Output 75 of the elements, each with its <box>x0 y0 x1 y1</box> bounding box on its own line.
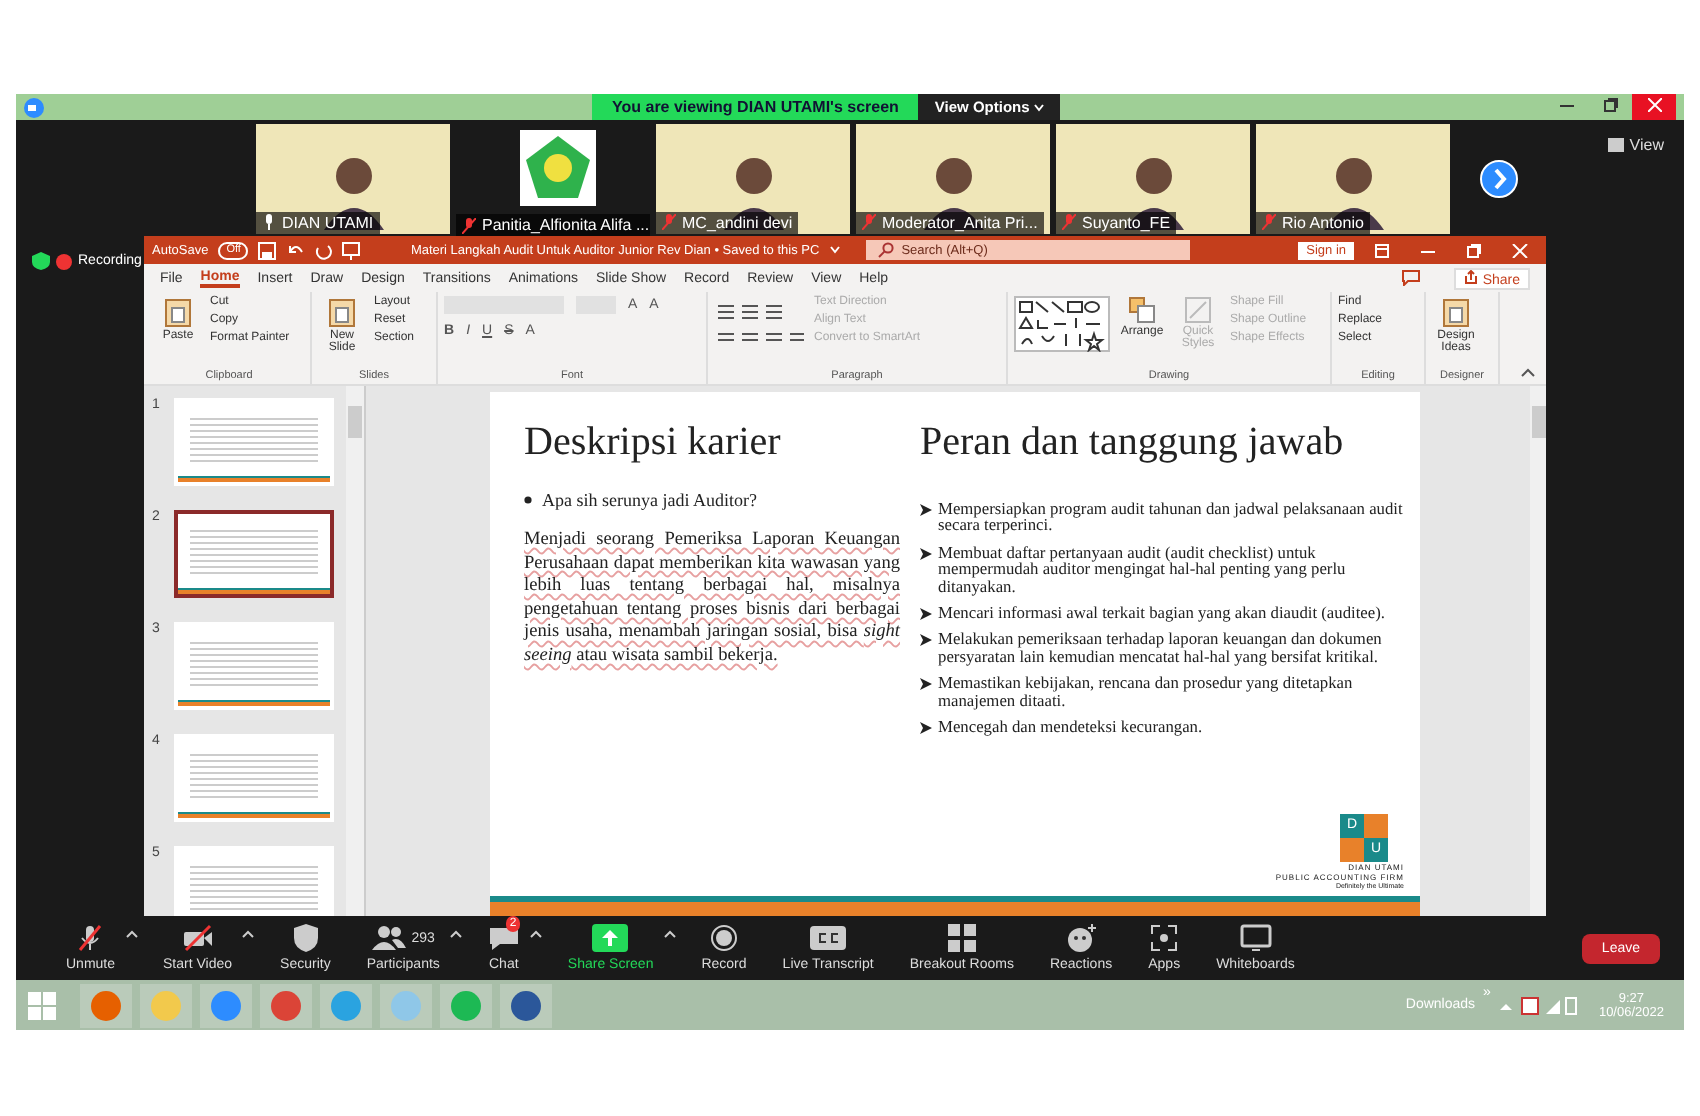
arrow-bullet-icon <box>920 634 932 647</box>
taskbar-app-icon[interactable] <box>500 983 552 1027</box>
caret-icon[interactable] <box>663 930 676 938</box>
arrow-bullet-icon <box>920 504 932 516</box>
shield-icon <box>293 924 318 952</box>
muted-mic-icon <box>76 924 105 952</box>
people-icon <box>371 924 408 952</box>
document-icon <box>162 296 194 328</box>
document-icon <box>326 296 358 328</box>
smiley-icon <box>1065 924 1098 952</box>
emblem-logo <box>520 130 596 206</box>
participant-name: Rio Antonio <box>1256 211 1370 233</box>
grid-icon <box>947 924 976 952</box>
camera-icon <box>24 97 44 117</box>
slide-thumbnail[interactable] <box>174 734 334 822</box>
participant-name: Suyanto_FE <box>1056 211 1177 233</box>
participant-name: MC_andini devi <box>656 211 799 233</box>
scrollbar[interactable] <box>346 386 364 916</box>
bullet-text: Apa sih serunya jadi Auditor? <box>542 490 757 510</box>
share-icon <box>1464 269 1479 283</box>
redo-icon[interactable] <box>314 241 333 259</box>
caret-icon[interactable] <box>125 930 138 938</box>
arrow-bullet-icon <box>920 678 932 691</box>
logo-square <box>1364 814 1388 838</box>
paragraph-text: Menjadi seorang Pemeriksa Laporan Keuangan Perusahaan dapat memberikan kita wawasan yang lebih luas tentang berbagai hal, misalnya pengetahuan tentang proses bisnis dari berbagai jenis usaha, menambah jaringan sosial, bisa sight seeing atau wisata sambil bekerja. <box>524 530 900 670</box>
slide-heading: Deskripsi karier <box>524 420 783 466</box>
bullet-text: Mencari informasi awal terkait bagian yang akan diaudit (auditee). <box>938 606 1385 623</box>
taskbar-app-icon[interactable] <box>260 983 312 1027</box>
captions-icon <box>810 926 847 950</box>
bullet-text: Mempersiapkan program audit tahunan dan jadwal pelaksanaan audit secara terperinci. <box>938 502 1404 536</box>
whiteboard-icon <box>1239 924 1272 952</box>
bullet-text: Membuat daftar pertanyaan audit (audit checklist) untuk mempermudah auditor mengingat hal-hal penting yang perlu ditanyakan. <box>938 545 1348 597</box>
view-button[interactable]: View <box>1607 136 1664 154</box>
scrollbar[interactable] <box>1530 386 1546 916</box>
arrow-bullet-icon <box>920 722 932 735</box>
arrange-icon <box>1128 296 1156 324</box>
windows-start-icon[interactable] <box>28 991 56 1019</box>
logo-square <box>1340 838 1364 862</box>
slide-heading: Peran dan tanggung jawab <box>920 420 1346 466</box>
bullet-dot-icon <box>524 496 532 504</box>
caret-icon <box>1033 104 1044 112</box>
pen-square-icon <box>1184 296 1212 324</box>
comment-icon[interactable] <box>1402 270 1421 286</box>
participant-name: DIAN UTAMI <box>256 211 380 233</box>
viewing-banner: You are viewing DIAN UTAMI's screen <box>592 94 919 120</box>
close-icon[interactable] <box>1632 94 1676 120</box>
slide-thumbnail[interactable] <box>174 846 334 916</box>
presentation-icon[interactable] <box>342 241 361 259</box>
bullet-text: Memastikan kebijakan, rencana dan prosedur yang ditetapkan manajemen ditaati. <box>938 676 1355 711</box>
slide-thumbnail[interactable] <box>174 510 334 598</box>
apps-icon <box>1150 924 1179 952</box>
document-icon <box>1440 296 1472 328</box>
slide-thumbnail[interactable] <box>174 622 334 710</box>
system-tray-icons[interactable] <box>1498 995 1579 1015</box>
arrow-bullet-icon <box>920 547 932 560</box>
bullet-text: Mencegah dan mendeteksi kecurangan. <box>938 720 1203 737</box>
arrow-bullet-icon <box>920 608 932 621</box>
shield-icon <box>32 252 50 270</box>
bullet-text: Melakukan pemeriksaan terhadap laporan keuangan dan dokumen persyaratan lain kemudian mencatat hal-hal yang bersifat kritikal. <box>938 632 1384 667</box>
slide-thumbnail[interactable] <box>174 398 334 486</box>
chat-icon <box>487 924 520 952</box>
record-dot-icon <box>56 253 72 269</box>
participant-name: Moderator_Anita Pri... <box>856 211 1044 233</box>
save-icon[interactable] <box>258 241 277 259</box>
participant-name: Panitia_Alfionita Alifa ... <box>456 214 650 236</box>
undo-icon[interactable] <box>286 241 305 259</box>
grid-icon <box>1607 138 1624 152</box>
caret-icon[interactable] <box>529 930 542 938</box>
caret-icon[interactable] <box>242 930 255 938</box>
video-off-icon <box>181 924 214 952</box>
caret-icon[interactable] <box>449 930 462 938</box>
share-screen-icon <box>592 924 629 952</box>
search-icon <box>877 242 894 258</box>
shapes-gallery[interactable] <box>1014 296 1110 352</box>
record-icon <box>710 924 738 952</box>
